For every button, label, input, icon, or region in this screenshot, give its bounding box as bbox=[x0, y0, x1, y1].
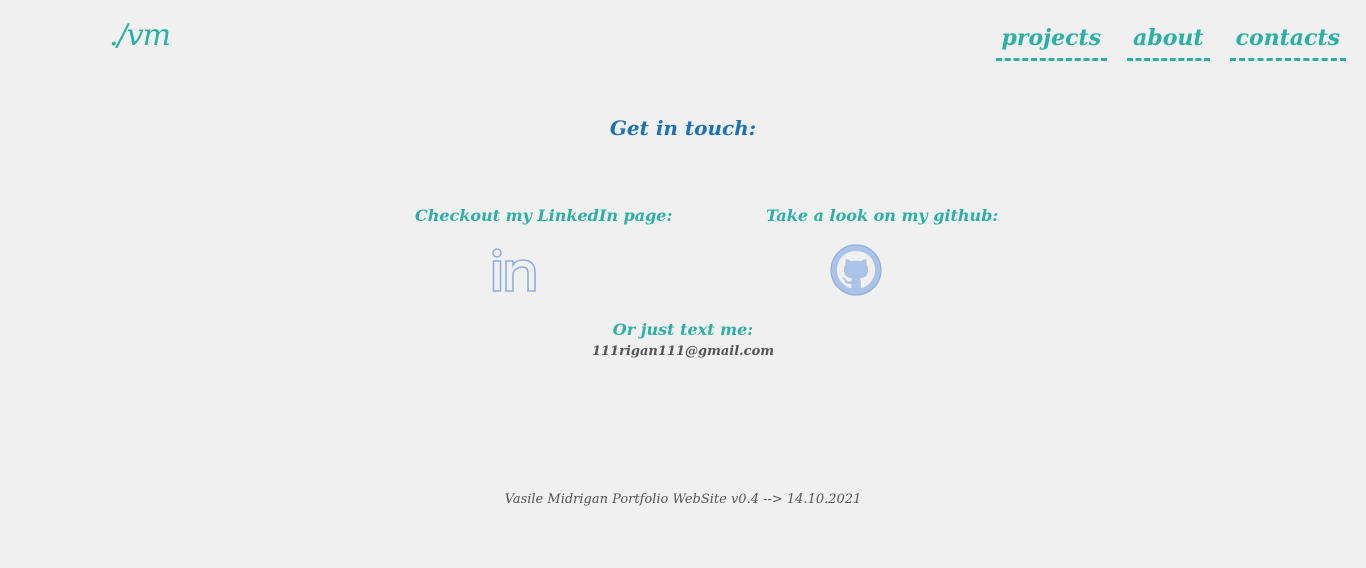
github-link[interactable] bbox=[830, 244, 882, 296]
email-address[interactable]: 111rigan111@gmail.com bbox=[0, 344, 1366, 359]
github-icon bbox=[830, 244, 882, 296]
linkedin-icon bbox=[492, 248, 536, 292]
footer-text: Vasile Midrigan Portfolio WebSite v0.4 -… bbox=[504, 492, 862, 507]
nav-link-about[interactable]: about bbox=[1127, 24, 1210, 61]
linkedin-link[interactable] bbox=[491, 244, 539, 294]
main-nav: projects about contacts bbox=[995, 24, 1346, 61]
page-title: Get in touch: bbox=[609, 116, 757, 140]
linkedin-title: Checkout my LinkedIn page: bbox=[415, 206, 673, 225]
site-logo[interactable]: ./vm bbox=[109, 18, 171, 53]
nav-link-contacts[interactable]: contacts bbox=[1229, 24, 1346, 61]
contacts-page: ./vm projects about contacts Get in touc… bbox=[0, 0, 1366, 568]
nav-link-projects[interactable]: projects bbox=[995, 24, 1108, 61]
github-title: Take a look on my github: bbox=[766, 206, 999, 225]
text-me-title: Or just text me: bbox=[612, 320, 754, 339]
